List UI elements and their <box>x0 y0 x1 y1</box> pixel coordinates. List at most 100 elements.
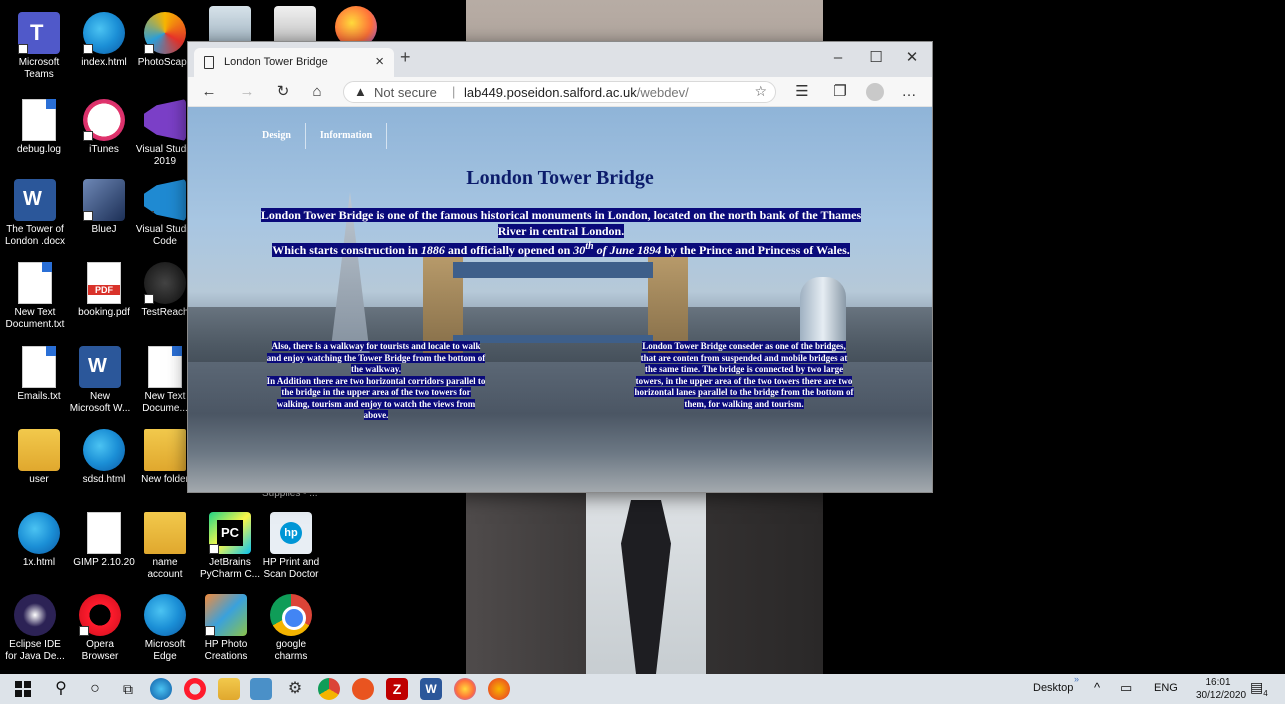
opera-icon[interactable] <box>184 678 206 700</box>
left-text-block: Also, there is a walkway for tourists an… <box>266 341 486 422</box>
desktop-icon-emails-txt[interactable]: Emails.txt <box>8 342 70 422</box>
photo-icon[interactable] <box>250 678 272 700</box>
nav-information[interactable]: Information <box>306 123 388 149</box>
more-icon[interactable]: … <box>898 81 920 103</box>
desktop-icon-index-html[interactable]: index.html <box>73 8 135 88</box>
edge-icon <box>83 429 125 471</box>
tab-close-icon[interactable]: × <box>375 53 384 70</box>
address-bar[interactable]: ▲ Not secure | lab449.poseidon.salford.a… <box>343 81 776 103</box>
desktop-icon-microsoft-edge[interactable]: Microsoft Edge <box>134 590 196 670</box>
browser-toolbar: ← → ↻ ⌂ ▲ Not secure | lab449.poseidon.s… <box>188 77 932 107</box>
folder-icon <box>144 512 186 554</box>
url-host: lab449.poseidon.salford.ac.uk <box>464 85 637 100</box>
star-icon[interactable]: ☆ <box>754 83 767 100</box>
forward-arrow-icon[interactable]: → <box>236 81 258 103</box>
taskbar: ⚲ ○ ⧉ ⚙ Z W Desktop » ^ ▭ ENG 16:01 30/1… <box>0 674 1285 704</box>
tab-bar: London Tower Bridge × + – ☐ ✕ <box>188 42 932 77</box>
document-icon <box>22 99 56 141</box>
folder-icon <box>144 429 186 471</box>
close-icon[interactable]: ✕ <box>894 45 930 71</box>
tab-title: London Tower Bridge <box>224 56 328 68</box>
desktop-icon-hp-print-scan-doctor[interactable]: HP Print and Scan Doctor <box>260 508 322 588</box>
settings-icon[interactable]: ⚙ <box>284 678 306 700</box>
security-label[interactable]: Not secure <box>374 85 437 100</box>
page-heading: London Tower Bridge <box>466 167 654 189</box>
desktop-icon-opera[interactable]: Opera Browser <box>69 590 131 670</box>
keyboard-icon[interactable]: ▭ <box>1120 680 1132 696</box>
new-tab-icon[interactable]: + <box>400 47 411 68</box>
word-icon[interactable]: W <box>420 678 442 700</box>
start-icon[interactable] <box>12 678 34 700</box>
chrome-icon[interactable] <box>318 678 340 700</box>
desktop-icon-1x-html[interactable]: 1x.html <box>8 508 70 588</box>
intro-part-c: by the Prince and Princess of Wales. <box>661 243 850 257</box>
document-icon <box>18 262 52 304</box>
hp-icon <box>270 512 312 554</box>
warning-icon[interactable]: ▲ <box>354 84 367 99</box>
intro-line-1: London Tower Bridge is one of the famous… <box>260 208 862 238</box>
visual-studio-icon <box>144 99 186 141</box>
filezilla-icon[interactable]: Z <box>386 678 408 700</box>
intro-text: London Tower Bridge is one of the famous… <box>258 207 864 258</box>
desktop-icon-new-text-document[interactable]: New Text Document.txt <box>4 258 66 338</box>
desktop-icon-google-charms[interactable]: google charms <box>260 590 322 670</box>
user-folder-icon <box>18 429 60 471</box>
intro-part-a: Which starts construction in <box>272 243 421 257</box>
toolbar-expand-icon[interactable]: » <box>1074 674 1079 684</box>
chrome-icon <box>270 594 312 636</box>
firefox-icon[interactable] <box>454 678 476 700</box>
ubuntu-icon[interactable] <box>352 678 374 700</box>
desktop-icon-booking-pdf[interactable]: booking.pdf <box>73 258 135 338</box>
desktop-icon-hp-photo-creations[interactable]: HP Photo Creations <box>195 590 257 670</box>
notification-icon[interactable]: ▤4 <box>1250 679 1268 698</box>
left-text-1: Also, there is a walkway for tourists an… <box>266 341 486 374</box>
language-indicator[interactable]: ENG <box>1154 682 1178 694</box>
notification-count: 4 <box>1263 688 1268 698</box>
desktop-icon-user[interactable]: user <box>8 425 70 505</box>
clock-time: 16:01 <box>1205 677 1231 688</box>
tab-london-tower-bridge[interactable]: London Tower Bridge × <box>194 48 394 77</box>
nav-design[interactable]: Design <box>248 123 306 149</box>
hp-photo-icon <box>205 594 247 636</box>
clock-date: 30/12/2020 <box>1196 690 1247 701</box>
maximize-icon[interactable]: ☐ <box>858 45 894 71</box>
desktop-icon-itunes[interactable]: iTunes <box>73 95 135 175</box>
profile-icon[interactable] <box>866 83 884 101</box>
web-page: Design Information London Tower Bridge L… <box>188 107 932 492</box>
desktop-icon-tower-of-london-docx[interactable]: The Tower of London .docx <box>4 175 66 255</box>
task-view-icon[interactable]: ⧉ <box>117 678 139 700</box>
url-text[interactable]: lab449.poseidon.salford.ac.uk/webdev/ <box>464 85 689 100</box>
back-arrow-icon[interactable]: ← <box>198 81 220 103</box>
desktop-icon-debug-log[interactable]: debug.log <box>8 95 70 175</box>
desktop-icon-eclipse[interactable]: Eclipse IDE for Java De... <box>4 590 66 670</box>
desktop-icon-gimp[interactable]: GIMP 2.10.20 <box>73 508 135 588</box>
home-icon[interactable]: ⌂ <box>306 81 328 103</box>
clock[interactable]: 16:01 30/12/2020 <box>1196 676 1247 702</box>
chevron-up-icon[interactable]: ^ <box>1094 680 1100 695</box>
desktop-icon-bluej[interactable]: BlueJ <box>73 175 135 255</box>
desktop-icon-pycharm[interactable]: JetBrains PyCharm C... <box>199 508 261 588</box>
teams-icon <box>18 12 60 54</box>
paint-icon[interactable] <box>488 678 510 700</box>
desktop-icon-new-microsoft-word[interactable]: New Microsoft W... <box>69 342 131 422</box>
eclipse-icon <box>14 594 56 636</box>
edge-icon <box>18 512 60 554</box>
edge-icon[interactable] <box>150 678 172 700</box>
background-walkway <box>453 262 653 278</box>
document-icon <box>148 346 182 388</box>
word-icon <box>14 179 56 221</box>
search-icon[interactable]: ⚲ <box>50 678 72 700</box>
desktop-toolbar-label[interactable]: Desktop <box>1033 682 1073 694</box>
file-explorer-icon[interactable] <box>218 678 240 700</box>
minimize-icon[interactable]: – <box>820 45 856 71</box>
cortana-icon[interactable]: ○ <box>84 678 106 700</box>
desktop-icon-microsoft-teams[interactable]: Microsoft Teams <box>8 8 70 88</box>
favorites-icon[interactable]: ☰ <box>791 81 813 103</box>
word-icon <box>79 346 121 388</box>
desktop-icon-name-account[interactable]: name account <box>134 508 196 588</box>
desktop-icon-sdsd-html[interactable]: sdsd.html <box>73 425 135 505</box>
intro-sup: th <box>585 241 594 252</box>
opera-icon <box>79 594 121 636</box>
refresh-icon[interactable]: ↻ <box>272 81 294 103</box>
collections-icon[interactable]: ❐ <box>829 81 851 103</box>
